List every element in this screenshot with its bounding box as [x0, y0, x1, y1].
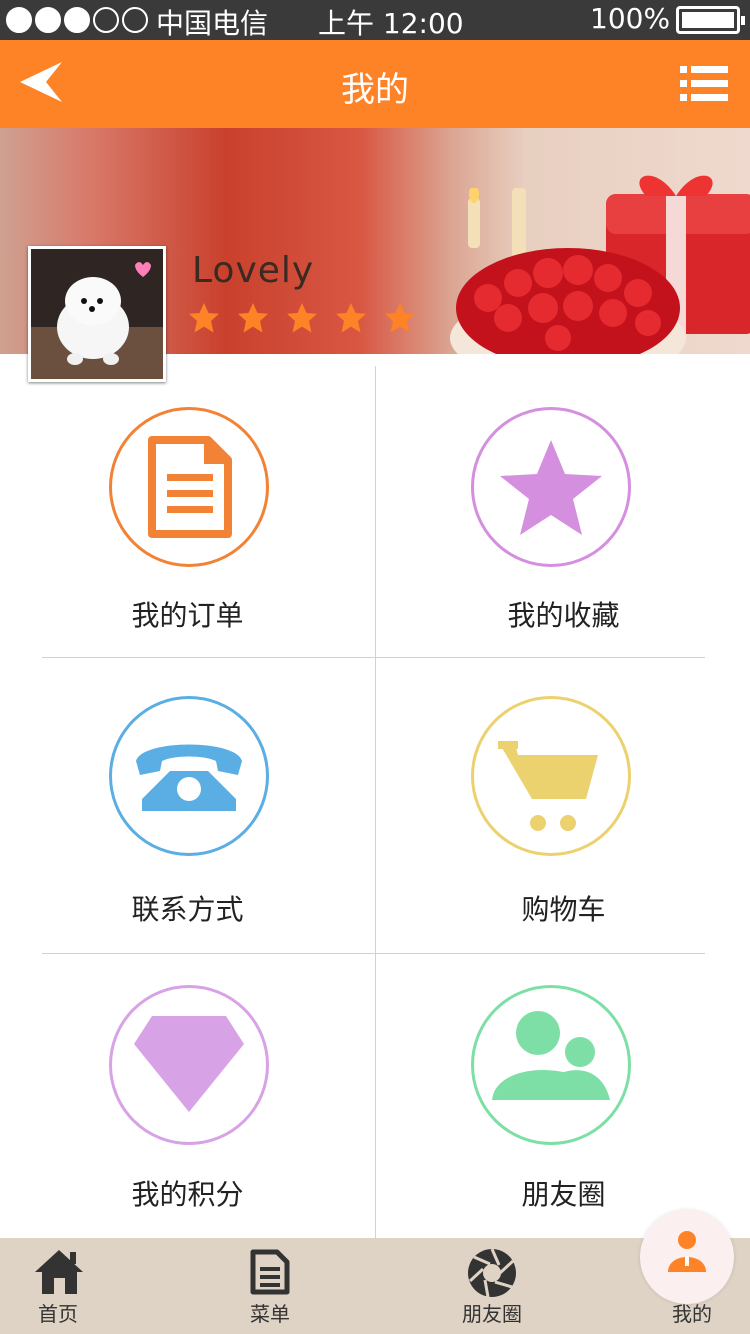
telephone-icon: [109, 696, 269, 856]
menu-item-contact[interactable]: 联系方式: [0, 658, 375, 953]
menu-item-label: 朋友圈: [521, 1178, 606, 1211]
username: Lovely: [192, 250, 315, 291]
diamond-icon: [109, 985, 269, 1145]
menu-item-my-orders[interactable]: 我的订单: [0, 366, 375, 657]
tab-friends[interactable]: 朋友圈: [422, 1238, 562, 1334]
avatar[interactable]: [28, 246, 166, 382]
tab-label: 朋友圈: [462, 1302, 522, 1326]
tab-me-active-indicator[interactable]: [640, 1210, 734, 1304]
rating-star-icon: [336, 303, 366, 333]
menu-item-favorites[interactable]: 我的收藏: [376, 366, 750, 657]
person-icon: [668, 1231, 706, 1272]
menu-item-friends[interactable]: 朋友圈: [376, 954, 750, 1238]
status-bar: 中国电信 上午 12:00 100%: [0, 0, 750, 40]
tab-menu[interactable]: 菜单: [200, 1238, 340, 1334]
menu-item-shopping-cart[interactable]: 购物车: [376, 658, 750, 953]
rating-stars: [188, 302, 416, 334]
shopping-cart-icon: [471, 696, 631, 856]
menu-item-label: 我的订单: [131, 599, 244, 632]
rating-star-icon: [287, 303, 317, 333]
bottom-tab-bar: 首页 菜单 朋友圈 我的: [0, 1238, 750, 1334]
signal-strength-icon: [6, 7, 148, 33]
menu-item-label: 联系方式: [131, 893, 244, 926]
rating-star-icon: [385, 303, 415, 333]
tab-home[interactable]: 首页: [0, 1238, 128, 1334]
home-icon: [35, 1250, 83, 1294]
menu-item-label: 我的积分: [131, 1178, 244, 1211]
tab-label: 首页: [38, 1302, 78, 1326]
rating-star-icon: [238, 303, 268, 333]
menu-item-points[interactable]: 我的积分: [0, 954, 375, 1238]
battery-icon: [676, 6, 745, 34]
rating-star-icon: [189, 303, 219, 333]
page-title: 我的: [341, 70, 409, 110]
menu-item-label: 购物车: [521, 893, 606, 926]
carrier-name: 中国电信: [156, 7, 269, 40]
menu-document-icon: [250, 1249, 290, 1295]
nav-header: 我的: [0, 40, 750, 128]
document-icon: [109, 407, 269, 567]
friends-icon: [471, 985, 631, 1145]
battery-percent: 100%: [590, 2, 671, 35]
star-icon: [471, 407, 631, 567]
menu-item-label: 我的收藏: [507, 599, 620, 632]
aperture-icon: [468, 1248, 516, 1298]
strawberry-cake-image: [450, 188, 686, 354]
list-menu-icon[interactable]: [680, 64, 728, 104]
tab-label: 菜单: [250, 1302, 290, 1326]
status-time: 上午 12:00: [318, 7, 464, 40]
